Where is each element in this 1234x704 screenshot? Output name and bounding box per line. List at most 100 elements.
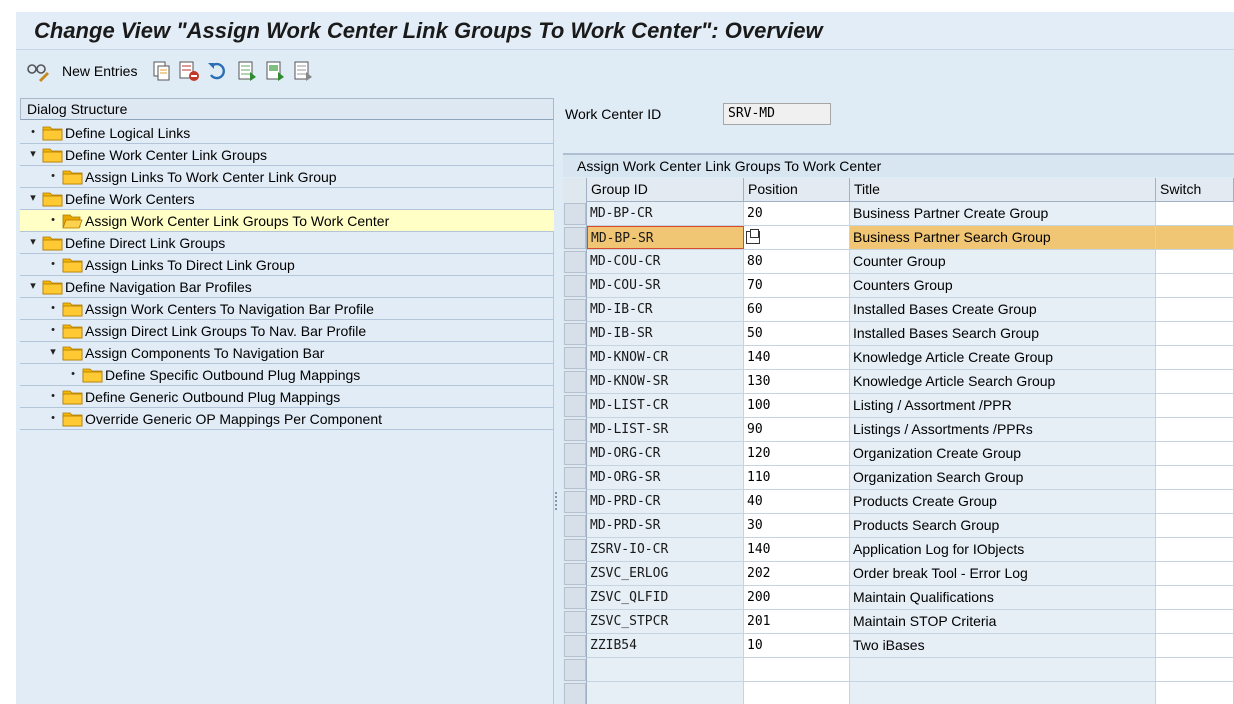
cell-group-id[interactable]: MD-BP-SR	[587, 226, 744, 249]
cell-title[interactable]: Organization Search Group	[850, 466, 1156, 489]
cell-title[interactable]: Knowledge Article Create Group	[850, 346, 1156, 369]
table-row[interactable]: MD-COU-SR 70 Counters Group	[587, 274, 1234, 298]
work-center-id-field[interactable]: SRV-MD	[723, 103, 831, 125]
row-selector[interactable]	[564, 563, 586, 585]
table-row[interactable]: MD-IB-SR 50 Installed Bases Search Group	[587, 322, 1234, 346]
copy-button[interactable]	[152, 58, 172, 84]
undo-button[interactable]	[206, 58, 228, 84]
table-row[interactable]: MD-IB-CR 60 Installed Bases Create Group	[587, 298, 1234, 322]
cell-switch[interactable]	[1156, 250, 1234, 273]
cell-position[interactable]: 80	[744, 250, 850, 273]
cell-position[interactable]: 40	[744, 490, 850, 513]
cell-position[interactable]: 140	[744, 346, 850, 369]
tree-item[interactable]: • Assign Direct Link Groups To Nav. Bar P…	[20, 320, 554, 342]
select-block-button[interactable]	[264, 58, 286, 84]
table-row[interactable]: MD-KNOW-CR 140 Knowledge Article Create Gr…	[587, 346, 1234, 370]
panel-splitter[interactable]	[555, 492, 557, 510]
cell-switch[interactable]	[1156, 202, 1234, 225]
table-row[interactable]: MD-LIST-SR 90 Listings / Assortments /PPRs	[587, 418, 1234, 442]
cell-switch[interactable]	[1156, 226, 1234, 249]
cell-group-id[interactable]: MD-IB-CR	[587, 298, 744, 321]
row-selector[interactable]	[564, 515, 586, 537]
row-selector[interactable]	[564, 683, 586, 704]
row-selector[interactable]	[564, 251, 586, 273]
tree-item[interactable]: ▾ Assign Components To Navigation Bar	[20, 342, 554, 364]
tree-item[interactable]: • Assign Work Center Link Groups To Work …	[20, 210, 554, 232]
cell-group-id[interactable]: ZSVC_QLFID	[587, 586, 744, 609]
cell-position[interactable]: 200	[744, 586, 850, 609]
cell-group-id[interactable]: MD-KNOW-SR	[587, 370, 744, 393]
expand-arrow-icon[interactable]: ▾	[28, 191, 38, 205]
cell-position[interactable]: 120	[744, 442, 850, 465]
cell-position[interactable]: 90	[744, 418, 850, 441]
table-row[interactable]: MD-BP-CR 20 Business Partner Create Group	[587, 202, 1234, 226]
cell-group-id[interactable]: MD-LIST-CR	[587, 394, 744, 417]
cell-position[interactable]	[744, 658, 850, 681]
table-row[interactable]: ZSVC_STPCR 201 Maintain STOP Criteria	[587, 610, 1234, 634]
cell-switch[interactable]	[1156, 394, 1234, 417]
cell-switch[interactable]	[1156, 418, 1234, 441]
table-row[interactable]: MD-KNOW-SR 130 Knowledge Article Search Gr…	[587, 370, 1234, 394]
row-selector[interactable]	[564, 347, 586, 369]
tree-item[interactable]: ▾ Define Work Centers	[20, 188, 554, 210]
table-row[interactable]	[587, 682, 1234, 704]
row-selector[interactable]	[564, 659, 586, 681]
value-help-icon[interactable]	[746, 229, 760, 244]
row-selector[interactable]	[564, 611, 586, 633]
row-selector[interactable]	[564, 227, 586, 249]
cell-position[interactable]	[744, 682, 850, 704]
cell-title[interactable]: Business Partner Create Group	[850, 202, 1156, 225]
row-selector[interactable]	[564, 443, 586, 465]
delete-button[interactable]	[178, 58, 200, 84]
new-entries-button[interactable]: New Entries	[62, 58, 137, 84]
cell-switch[interactable]	[1156, 586, 1234, 609]
table-row[interactable]: MD-COU-CR 80 Counter Group	[587, 250, 1234, 274]
cell-position[interactable]	[744, 226, 850, 249]
cell-title[interactable]: Installed Bases Search Group	[850, 322, 1156, 345]
cell-group-id[interactable]: MD-IB-SR	[587, 322, 744, 345]
cell-position[interactable]: 20	[744, 202, 850, 225]
table-row[interactable]: ZZIB54 10 Two iBases	[587, 634, 1234, 658]
table-row[interactable]: ZSVC_ERLOG 202 Order break Tool - Error Lo…	[587, 562, 1234, 586]
cell-group-id[interactable]: MD-COU-CR	[587, 250, 744, 273]
cell-position[interactable]: 202	[744, 562, 850, 585]
tree-item[interactable]: • Assign Links To Direct Link Group	[20, 254, 554, 276]
row-selector[interactable]	[564, 275, 586, 297]
deselect-all-button[interactable]	[292, 58, 314, 84]
cell-position[interactable]: 130	[744, 370, 850, 393]
cell-group-id[interactable]: MD-ORG-SR	[587, 466, 744, 489]
row-selector[interactable]	[564, 635, 586, 657]
cell-position[interactable]: 60	[744, 298, 850, 321]
display-change-button[interactable]	[26, 58, 50, 84]
cell-title[interactable]: Organization Create Group	[850, 442, 1156, 465]
cell-title[interactable]: Installed Bases Create Group	[850, 298, 1156, 321]
cell-title[interactable]: Maintain STOP Criteria	[850, 610, 1156, 633]
cell-switch[interactable]	[1156, 562, 1234, 585]
cell-switch[interactable]	[1156, 610, 1234, 633]
col-header-switch[interactable]: Switch	[1156, 178, 1234, 202]
cell-title[interactable]: Business Partner Search Group	[850, 226, 1156, 249]
cell-group-id[interactable]: ZSVC_ERLOG	[587, 562, 744, 585]
cell-title[interactable]: Listing / Assortment /PPR	[850, 394, 1156, 417]
tree-item[interactable]: • Define Logical Links	[20, 122, 554, 144]
tree-item[interactable]: • Assign Work Centers To Navigation Bar P…	[20, 298, 554, 320]
cell-switch[interactable]	[1156, 658, 1234, 681]
cell-switch[interactable]	[1156, 490, 1234, 513]
cell-group-id[interactable]: MD-KNOW-CR	[587, 346, 744, 369]
row-selector[interactable]	[564, 467, 586, 489]
cell-group-id[interactable]: ZZIB54	[587, 634, 744, 657]
col-header-title[interactable]: Title	[850, 178, 1156, 202]
row-selector[interactable]	[564, 491, 586, 513]
cell-position[interactable]: 201	[744, 610, 850, 633]
tree-item[interactable]: ▾ Define Direct Link Groups	[20, 232, 554, 254]
expand-arrow-icon[interactable]: ▾	[28, 147, 38, 161]
cell-position[interactable]: 30	[744, 514, 850, 537]
cell-switch[interactable]	[1156, 442, 1234, 465]
cell-group-id[interactable]: MD-ORG-CR	[587, 442, 744, 465]
cell-title[interactable]: Application Log for IObjects	[850, 538, 1156, 561]
table-row[interactable]: MD-ORG-SR 110 Organization Search Group	[587, 466, 1234, 490]
table-row[interactable]: MD-ORG-CR 120 Organization Create Group	[587, 442, 1234, 466]
tree-item[interactable]: • Assign Links To Work Center Link Group	[20, 166, 554, 188]
cell-group-id[interactable]: ZSRV-IO-CR	[587, 538, 744, 561]
expand-arrow-icon[interactable]: ▾	[28, 235, 38, 249]
